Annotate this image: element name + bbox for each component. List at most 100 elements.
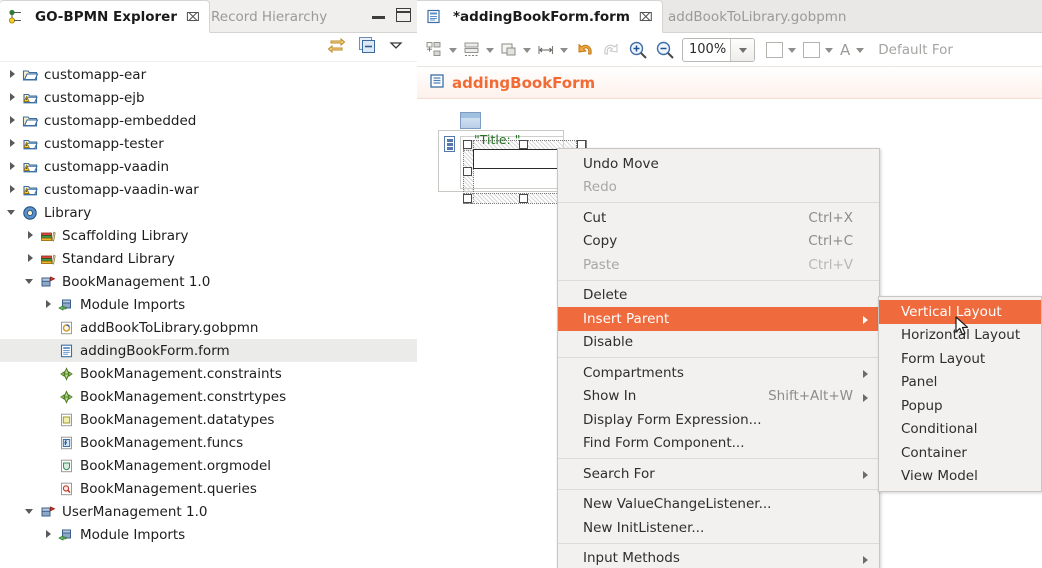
tree-item[interactable]: customapp-vaadin (0, 155, 417, 178)
close-icon[interactable]: ⌧ (186, 10, 200, 24)
menu-item-find-form-component[interactable]: Find Form Component... (558, 432, 879, 456)
tree-item[interactable]: UserManagement 1.0 (0, 500, 417, 523)
minimize-view-button[interactable] (372, 9, 385, 22)
tree-item[interactable]: customapp-vaadin-war (0, 178, 417, 201)
tree-expand-arrow-icon[interactable] (7, 161, 18, 172)
tab-gobpmn-explorer[interactable]: GO-BPMN Explorer ⌧ (0, 0, 210, 33)
editor-tab-addingbookform[interactable]: *addingBookForm.form ⌧ (417, 0, 663, 33)
menu-item-insert-parent[interactable]: Insert Parent (558, 307, 879, 331)
resize-handle-n[interactable] (519, 140, 528, 149)
menu-item-show-in[interactable]: Show In Shift+Alt+W (558, 385, 879, 409)
explorer-window-buttons (372, 8, 411, 22)
font-chevron-icon[interactable] (853, 39, 866, 61)
tree-item[interactable]: Standard Library (0, 247, 417, 270)
tree-item[interactable]: BookManagement.funcs (0, 431, 417, 454)
match-size-tool-icon[interactable] (498, 39, 520, 61)
tree-item[interactable]: customapp-tester (0, 132, 417, 155)
zoom-out-icon[interactable] (654, 39, 676, 61)
tree-expand-arrow-icon[interactable] (25, 276, 36, 287)
tree-item[interactable]: addingBookForm.form (0, 339, 417, 362)
menu-item-display-form-expression[interactable]: Display Form Expression... (558, 408, 879, 432)
tree-item[interactable]: customapp-ear (0, 63, 417, 86)
zoom-level-chevron-icon[interactable] (730, 38, 754, 61)
submenu-item-popup[interactable]: Popup (879, 394, 1041, 418)
tree-item[interactable]: addBookToLibrary.gobpmn (0, 316, 417, 339)
tree-expand-arrow-icon[interactable] (7, 69, 18, 80)
set-width-tool-icon[interactable] (535, 39, 557, 61)
tree-item[interactable]: Module Imports (0, 293, 417, 316)
close-icon[interactable]: ⌧ (639, 10, 653, 24)
distribute-tool-chevron-icon[interactable] (483, 39, 496, 61)
project-tree[interactable]: customapp-ear customapp-ejb customapp-embe… (0, 63, 417, 568)
zoom-level-combobox[interactable]: 100% (682, 37, 755, 62)
menu-separator (558, 202, 879, 203)
tree-item[interactable]: BookManagement.datatypes (0, 408, 417, 431)
submenu-item-form-layout[interactable]: Form Layout (879, 347, 1041, 371)
menu-item-input-methods[interactable]: Input Methods (558, 547, 879, 568)
tree-item[interactable]: BookManagement.orgmodel (0, 454, 417, 477)
tree-expand-arrow-icon[interactable] (25, 253, 36, 264)
gobpmn-file-icon (58, 320, 75, 336)
submenu-item-container[interactable]: Container (879, 441, 1041, 465)
tree-item-label: customapp-vaadin-war (44, 181, 199, 198)
submenu-item-view-model[interactable]: View Model (879, 465, 1041, 489)
line-color-swatch[interactable] (800, 39, 822, 61)
tree-item[interactable]: Library (0, 201, 417, 224)
resize-handle-sw[interactable] (463, 194, 472, 203)
tree-expand-arrow-icon[interactable] (7, 207, 18, 218)
maximize-view-button[interactable] (396, 8, 411, 22)
menu-item-delete[interactable]: Delete (558, 284, 879, 308)
align-tool-chevron-icon[interactable] (446, 39, 459, 61)
fill-color-swatch[interactable] (763, 39, 785, 61)
editor-tab-addbooktolibrary[interactable]: addBookToLibrary.gobpmn (632, 0, 855, 33)
resize-handle-w[interactable] (463, 167, 472, 176)
menu-item-compartments[interactable]: Compartments (558, 361, 879, 385)
tab-label: Record Hierarchy (211, 8, 328, 25)
align-tool-icon[interactable] (424, 39, 446, 61)
submenu-item-label: View Model (901, 468, 978, 485)
distribute-tool-icon[interactable] (461, 39, 483, 61)
resize-handle-s[interactable] (519, 194, 528, 203)
menu-item-search-for[interactable]: Search For (558, 462, 879, 486)
tree-item[interactable]: Scaffolding Library (0, 224, 417, 247)
context-menu[interactable]: Undo Move Redo Cut Ctrl+X Copy Ctrl+C Paste Ctr… (557, 148, 880, 568)
menu-item-new-initlistener[interactable]: New InitListener... (558, 516, 879, 540)
tree-expand-arrow-icon[interactable] (7, 184, 18, 195)
tree-item[interactable]: customapp-ejb (0, 86, 417, 109)
tree-expand-arrow-icon[interactable] (43, 529, 54, 540)
set-width-tool-chevron-icon[interactable] (557, 39, 570, 61)
menu-item-label: Show In (583, 388, 637, 405)
submenu-item-conditional[interactable]: Conditional (879, 418, 1041, 442)
tree-item[interactable]: BookManagement.constraints (0, 362, 417, 385)
tree-expand-arrow-icon[interactable] (25, 506, 36, 517)
submenu-item-panel[interactable]: Panel (879, 371, 1041, 395)
match-size-tool-chevron-icon[interactable] (520, 39, 533, 61)
menu-item-undo-move[interactable]: Undo Move (558, 152, 879, 176)
font-letter-icon[interactable]: A (837, 41, 853, 59)
tree-item[interactable]: customapp-embedded (0, 109, 417, 132)
tree-item[interactable]: BookManagement.queries (0, 477, 417, 500)
library-icon (22, 205, 39, 221)
tree-expand-arrow-icon[interactable] (43, 299, 54, 310)
tree-expand-arrow-icon[interactable] (7, 92, 18, 103)
menu-item-disable[interactable]: Disable (558, 331, 879, 355)
line-color-chevron-icon[interactable] (822, 39, 835, 61)
tree-item[interactable]: BookManagement 1.0 (0, 270, 417, 293)
tree-expand-arrow-icon[interactable] (25, 230, 36, 241)
menu-item-new-valuechangelistener[interactable]: New ValueChangeListener... (558, 493, 879, 517)
menu-separator (558, 357, 879, 358)
view-menu-chevron-icon[interactable] (388, 38, 404, 56)
collapse-all-icon[interactable] (358, 36, 376, 58)
fill-color-chevron-icon[interactable] (785, 39, 798, 61)
tree-item[interactable]: BookManagement.constrtypes (0, 385, 417, 408)
undo-icon[interactable] (576, 39, 598, 61)
link-with-editor-icon[interactable] (327, 36, 346, 58)
form-widget-icon[interactable] (460, 112, 481, 129)
tree-expand-arrow-icon[interactable] (7, 138, 18, 149)
menu-item-copy[interactable]: Copy Ctrl+C (558, 230, 879, 254)
tree-item[interactable]: Module Imports (0, 523, 417, 546)
resize-handle-nw[interactable] (463, 140, 472, 149)
zoom-in-icon[interactable] (627, 39, 649, 61)
menu-item-cut[interactable]: Cut Ctrl+X (558, 206, 879, 230)
tree-expand-arrow-icon[interactable] (7, 115, 18, 126)
